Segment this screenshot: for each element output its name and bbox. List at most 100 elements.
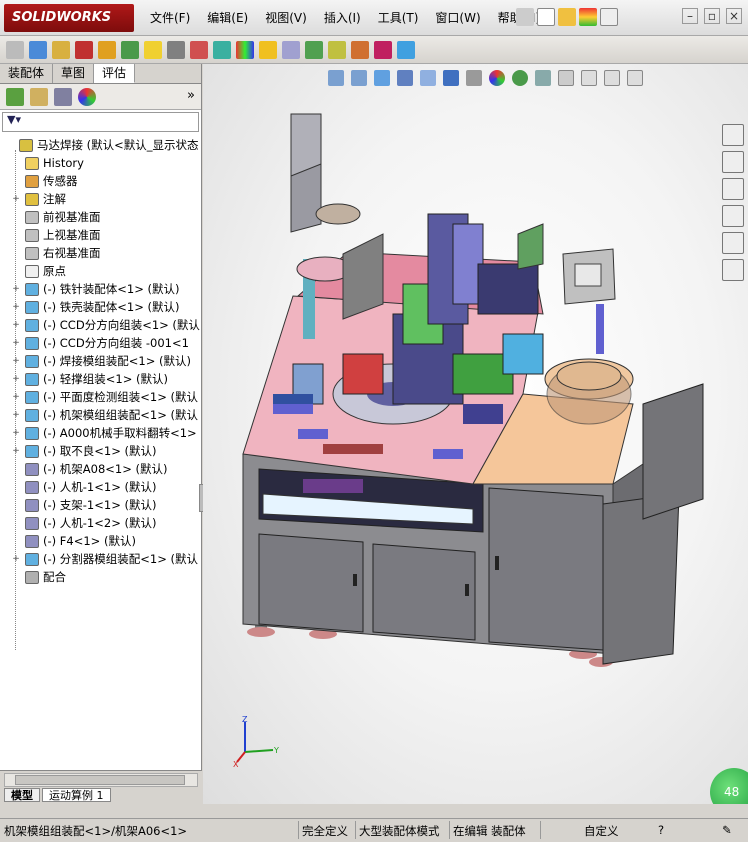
solidworks-resources-icon[interactable] xyxy=(722,124,744,146)
mate-icon[interactable] xyxy=(75,41,93,59)
linear-pattern-icon[interactable] xyxy=(98,41,116,59)
display-pane-icon[interactable] xyxy=(397,41,415,59)
tree-item[interactable]: 传感器 xyxy=(0,172,201,190)
tree-item[interactable]: + (-) 机架模组组装配<1> (默认 xyxy=(0,406,201,424)
menu-insert[interactable]: 插入(I) xyxy=(324,9,361,26)
menu-file[interactable]: 文件(F) xyxy=(150,9,190,26)
more-tabs-icon[interactable]: » xyxy=(187,88,195,103)
expand-toggle-icon[interactable]: + xyxy=(11,280,21,298)
assembly-model-render[interactable] xyxy=(203,64,748,804)
menu-window[interactable]: 窗口(W) xyxy=(435,9,480,26)
reference-geometry-icon[interactable] xyxy=(213,41,231,59)
expand-toggle-icon[interactable]: + xyxy=(11,370,21,388)
tree-item[interactable]: 上视基准面 xyxy=(0,226,201,244)
minimize-icon[interactable]: – xyxy=(682,8,698,24)
tree-item[interactable]: (-) 支架-1<1> (默认) xyxy=(0,496,201,514)
expand-toggle-icon[interactable]: + xyxy=(11,406,21,424)
property-manager-icon[interactable] xyxy=(30,88,48,106)
appearances-icon[interactable] xyxy=(722,232,744,254)
tree-item-label: (-) 轻撑组装<1> (默认) xyxy=(43,372,168,386)
move-component-icon[interactable] xyxy=(144,41,162,59)
view-palette-icon[interactable] xyxy=(722,205,744,227)
tree-horizontal-scrollbar[interactable] xyxy=(4,773,198,787)
tree-item[interactable]: + 注解 xyxy=(0,190,201,208)
tab-sketch[interactable]: 草图 xyxy=(53,64,95,83)
tree-item[interactable]: + (-) 取不良<1> (默认) xyxy=(0,442,201,460)
traffic-light-icon[interactable] xyxy=(579,8,597,26)
menu-tools[interactable]: 工具(T) xyxy=(378,9,419,26)
configuration-manager-icon[interactable] xyxy=(54,88,72,106)
subassembly-icon xyxy=(25,372,39,386)
feature-tree-icon[interactable] xyxy=(6,88,24,106)
tree-item[interactable]: (-) F4<1> (默认) xyxy=(0,532,201,550)
tab-model[interactable]: 模型 xyxy=(4,788,40,802)
new-document-icon[interactable] xyxy=(537,8,555,26)
menu-edit[interactable]: 编辑(E) xyxy=(207,9,248,26)
tree-filter[interactable]: ▼▾ xyxy=(2,112,199,132)
notification-icon[interactable]: ✎ xyxy=(722,823,732,837)
tree-item[interactable]: + (-) CCD分方向组装 -001<1 xyxy=(0,334,201,352)
show-hidden-icon[interactable] xyxy=(167,41,185,59)
design-library-icon[interactable] xyxy=(722,151,744,173)
tree-item[interactable]: + (-) 铁壳装配体<1> (默认) xyxy=(0,298,201,316)
expand-toggle-icon[interactable]: + xyxy=(11,190,21,208)
tree-item[interactable]: (-) 机架A08<1> (默认) xyxy=(0,460,201,478)
hole-alignment-icon[interactable] xyxy=(374,41,392,59)
display-manager-icon[interactable] xyxy=(78,88,96,106)
status-units[interactable]: 自定义 xyxy=(584,823,619,839)
expand-toggle-icon[interactable]: + xyxy=(11,388,21,406)
menu-view[interactable]: 视图(V) xyxy=(265,9,307,26)
tree-item[interactable]: + (-) CCD分方向组装<1> (默认 xyxy=(0,316,201,334)
interference-icon[interactable] xyxy=(328,41,346,59)
tree-item[interactable]: 前视基准面 xyxy=(0,208,201,226)
expand-toggle-icon[interactable]: + xyxy=(11,316,21,334)
tree-item[interactable]: 右视基准面 xyxy=(0,244,201,262)
close-icon[interactable]: × xyxy=(726,8,742,24)
pin-icon[interactable] xyxy=(516,8,534,26)
expand-toggle-icon[interactable]: + xyxy=(11,352,21,370)
tree-item[interactable]: History xyxy=(0,154,201,172)
tree-item[interactable]: + (-) 焊接模组装配<1> (默认) xyxy=(0,352,201,370)
instant3d-icon[interactable] xyxy=(305,41,323,59)
exploded-view-icon[interactable] xyxy=(282,41,300,59)
tree-item-label: (-) 分割器模组装配<1> (默认 xyxy=(43,552,199,566)
part-icon xyxy=(25,534,39,548)
tree-item[interactable]: 原点 xyxy=(0,262,201,280)
clearance-icon[interactable] xyxy=(351,41,369,59)
graphics-area[interactable]: Z Y X 48 xyxy=(203,64,748,804)
expand-toggle-icon[interactable]: + xyxy=(11,334,21,352)
tree-item[interactable]: 配合 xyxy=(0,568,201,586)
tree-item[interactable]: + (-) 分割器模组装配<1> (默认 xyxy=(0,550,201,568)
custom-properties-icon[interactable] xyxy=(722,259,744,281)
help-icon[interactable]: ? xyxy=(658,823,664,837)
tree-item[interactable]: + (-) A000机械手取料翻转<1> xyxy=(0,424,201,442)
new-motion-study-icon[interactable] xyxy=(236,41,254,59)
subassembly-icon xyxy=(25,408,39,422)
expand-toggle-icon[interactable]: + xyxy=(11,442,21,460)
expand-toggle-icon[interactable]: + xyxy=(11,550,21,568)
tree-root-item[interactable]: 马达焊接 (默认<默认_显示状态 xyxy=(0,136,201,154)
restore-icon[interactable]: ▫ xyxy=(704,8,720,24)
bill-of-materials-icon[interactable] xyxy=(259,41,277,59)
tab-motion-study-1[interactable]: 运动算例 1 xyxy=(42,788,111,802)
tree-item[interactable]: (-) 人机-1<1> (默认) xyxy=(0,478,201,496)
expand-toggle-icon[interactable]: + xyxy=(11,298,21,316)
plane-icon xyxy=(25,246,39,260)
scrollbar-thumb[interactable] xyxy=(15,775,185,785)
tree-item[interactable]: + (-) 铁针装配体<1> (默认) xyxy=(0,280,201,298)
smart-fasteners-icon[interactable] xyxy=(121,41,139,59)
tree-item[interactable]: + (-) 平面度检测组装<1> (默认 xyxy=(0,388,201,406)
tab-assembly[interactable]: 装配体 xyxy=(0,64,54,83)
solidworks-logo[interactable]: SOLIDWORKS xyxy=(4,4,134,32)
tab-evaluate[interactable]: 评估 xyxy=(94,64,136,83)
insert-component-icon[interactable] xyxy=(52,41,70,59)
expand-toggle-icon[interactable]: + xyxy=(11,424,21,442)
options-icon[interactable] xyxy=(6,41,24,59)
assembly-features-icon[interactable] xyxy=(190,41,208,59)
edit-component-icon[interactable] xyxy=(29,41,47,59)
tree-item[interactable]: (-) 人机-1<2> (默认) xyxy=(0,514,201,532)
help-icon[interactable] xyxy=(600,8,618,26)
open-folder-icon[interactable] xyxy=(558,8,576,26)
tree-item[interactable]: + (-) 轻撑组装<1> (默认) xyxy=(0,370,201,388)
file-explorer-icon[interactable] xyxy=(722,178,744,200)
